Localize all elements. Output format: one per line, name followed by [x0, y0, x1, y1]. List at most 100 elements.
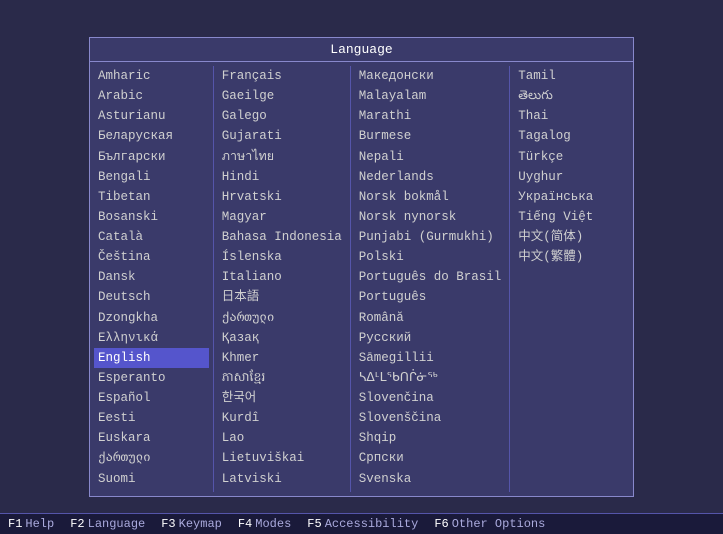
language-item[interactable]: ᓴᐃᒻᒪᖃᑎᒌᓃᖅ	[355, 368, 506, 388]
language-item[interactable]: Uyghur	[514, 167, 629, 187]
language-item[interactable]: Lao	[218, 428, 346, 448]
language-item[interactable]: Slovenčina	[355, 388, 506, 408]
language-item[interactable]: Català	[94, 227, 209, 247]
language-item[interactable]: Khmer	[218, 348, 346, 368]
language-item[interactable]: Svenska	[355, 469, 506, 489]
language-item[interactable]: Magyar	[218, 207, 346, 227]
language-item[interactable]: Gaeilge	[218, 86, 346, 106]
language-item[interactable]: 中文(繁體)	[514, 247, 629, 267]
lang-column-4: TamilతెలుగుThaiTagalogTürkçeUyghurУкраїн…	[510, 66, 633, 492]
language-item[interactable]: 中文(简体)	[514, 227, 629, 247]
language-item[interactable]: Norsk bokmål	[355, 187, 506, 207]
language-item[interactable]: English	[94, 348, 209, 368]
language-item[interactable]: ქართული	[94, 448, 209, 468]
statusbar-item-help[interactable]: F1Help	[8, 517, 54, 531]
language-item[interactable]: Malayalam	[355, 86, 506, 106]
dialog-title: Language	[90, 38, 633, 62]
language-item[interactable]: Tagalog	[514, 126, 629, 146]
language-item[interactable]: Hrvatski	[218, 187, 346, 207]
language-item[interactable]: Dzongkha	[94, 308, 209, 328]
statusbar-item-accessibility[interactable]: F5 Accessibility	[307, 517, 418, 531]
language-item[interactable]: Українська	[514, 187, 629, 207]
language-item[interactable]: Burmese	[355, 126, 506, 146]
language-item[interactable]: Asturianu	[94, 106, 209, 126]
language-item[interactable]: Türkçe	[514, 147, 629, 167]
language-item[interactable]: Thai	[514, 106, 629, 126]
statusbar-label: Language	[88, 517, 146, 531]
screen: Language AmharicArabicAsturianuБеларуска…	[0, 0, 723, 534]
language-item[interactable]: Hindi	[218, 167, 346, 187]
statusbar-label: Modes	[255, 517, 291, 531]
language-item[interactable]: Suomi	[94, 469, 209, 489]
language-item[interactable]: Amharic	[94, 66, 209, 86]
language-item[interactable]: Galego	[218, 106, 346, 126]
language-item[interactable]: Tibetan	[94, 187, 209, 207]
language-item[interactable]: Nederlands	[355, 167, 506, 187]
statusbar-item-language[interactable]: F2 Language	[70, 517, 145, 531]
language-item[interactable]: Tiếng Việt	[514, 207, 629, 227]
language-item[interactable]: ភាសាខ្មែរ	[218, 368, 346, 388]
statusbar: F1Help F2 Language F3 Keymap F4Modes F5 Accessi…	[0, 513, 723, 534]
language-item[interactable]: Polski	[355, 247, 506, 267]
language-item[interactable]: Español	[94, 388, 209, 408]
language-item[interactable]: ქართული	[218, 308, 346, 328]
language-item[interactable]: Русский	[355, 328, 506, 348]
language-item[interactable]: Kurdî	[218, 408, 346, 428]
language-item[interactable]: Português	[355, 287, 506, 307]
language-item[interactable]: ภาษาไทย	[218, 147, 346, 167]
language-item[interactable]: Latviski	[218, 469, 346, 489]
language-item[interactable]: Tamil	[514, 66, 629, 86]
statusbar-key: F2	[70, 517, 84, 531]
statusbar-label: Help	[25, 517, 54, 531]
lang-column-2: FrançaisGaeilgeGalegoGujaratiภาษาไทยHind…	[214, 66, 351, 492]
language-item[interactable]: Shqip	[355, 428, 506, 448]
language-dialog: Language AmharicArabicAsturianuБеларуска…	[89, 37, 634, 497]
statusbar-key: F6	[434, 517, 448, 531]
language-item[interactable]: Bahasa Indonesia	[218, 227, 346, 247]
statusbar-label: Accessibility	[325, 517, 419, 531]
dialog-body: AmharicArabicAsturianuБеларускаяБългарск…	[90, 62, 633, 496]
statusbar-item-other-options[interactable]: F6 Other Options	[434, 517, 545, 531]
language-item[interactable]: Српски	[355, 448, 506, 468]
language-item[interactable]: Italiano	[218, 267, 346, 287]
language-item[interactable]: 日本語	[218, 287, 346, 307]
language-item[interactable]: Čeština	[94, 247, 209, 267]
language-item[interactable]: Íslenska	[218, 247, 346, 267]
language-item[interactable]: Gujarati	[218, 126, 346, 146]
statusbar-key: F5	[307, 517, 321, 531]
language-item[interactable]: Български	[94, 147, 209, 167]
language-item[interactable]: Nepali	[355, 147, 506, 167]
statusbar-label: Keymap	[179, 517, 222, 531]
language-item[interactable]: Marathi	[355, 106, 506, 126]
language-item[interactable]: Punjabi (Gurmukhi)	[355, 227, 506, 247]
statusbar-label: Other Options	[452, 517, 546, 531]
statusbar-key: F4	[238, 517, 252, 531]
language-item[interactable]: Қазақ	[218, 328, 346, 348]
language-item[interactable]: Arabic	[94, 86, 209, 106]
language-item[interactable]: Lietuviškai	[218, 448, 346, 468]
language-item[interactable]: Dansk	[94, 267, 209, 287]
language-item[interactable]: Français	[218, 66, 346, 86]
language-item[interactable]: 한국어	[218, 388, 346, 408]
language-item[interactable]: Deutsch	[94, 287, 209, 307]
statusbar-item-keymap[interactable]: F3 Keymap	[161, 517, 222, 531]
language-item[interactable]: Sāmegillii	[355, 348, 506, 368]
language-item[interactable]: Português do Brasil	[355, 267, 506, 287]
language-item[interactable]: Ελληνικά	[94, 328, 209, 348]
language-item[interactable]: Slovenščina	[355, 408, 506, 428]
language-item[interactable]: Euskara	[94, 428, 209, 448]
language-item[interactable]: Norsk nynorsk	[355, 207, 506, 227]
statusbar-key: F3	[161, 517, 175, 531]
language-item[interactable]: Македонски	[355, 66, 506, 86]
language-item	[514, 287, 629, 289]
language-item[interactable]: తెలుగు	[514, 86, 629, 106]
statusbar-item-modes[interactable]: F4Modes	[238, 517, 291, 531]
lang-column-3: МакедонскиMalayalamMarathiBurmeseNepaliN…	[351, 66, 511, 492]
language-item[interactable]: Eesti	[94, 408, 209, 428]
language-item[interactable]: Esperanto	[94, 368, 209, 388]
lang-column-1: AmharicArabicAsturianuБеларускаяБългарск…	[90, 66, 214, 492]
language-item[interactable]: Беларуская	[94, 126, 209, 146]
language-item[interactable]: Bengali	[94, 167, 209, 187]
language-item[interactable]: Bosanski	[94, 207, 209, 227]
language-item[interactable]: Română	[355, 308, 506, 328]
